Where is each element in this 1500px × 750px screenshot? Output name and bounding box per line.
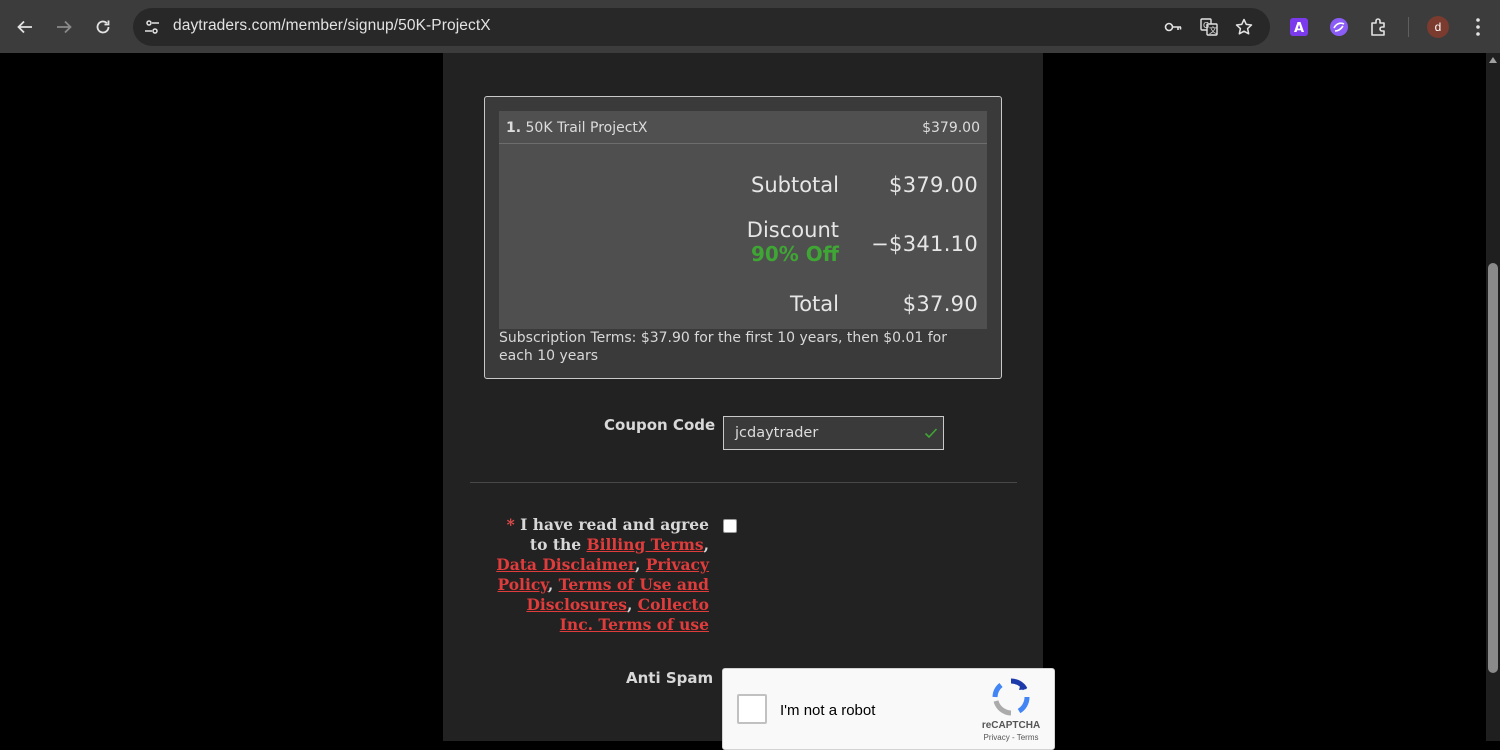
browser-toolbar: daytraders.com/member/signup/50K-Project… <box>0 0 1500 53</box>
subtotal-value: $379.00 <box>889 173 978 197</box>
cart-totals: Subtotal $379.00 Discount 90% Off −$341.… <box>499 144 987 329</box>
total-value: $37.90 <box>902 292 978 316</box>
coupon-input[interactable]: jcdaytrader <box>723 416 944 450</box>
translate-icon[interactable]: G 文 <box>1199 17 1219 37</box>
page-scrollbar[interactable] <box>1486 53 1500 741</box>
extension-a-icon[interactable]: A <box>1288 16 1310 38</box>
profile-avatar[interactable]: d <box>1427 16 1449 38</box>
discount-value: −$341.10 <box>871 232 978 256</box>
section-divider <box>470 482 1017 483</box>
coupon-label: Coupon Code <box>604 416 716 434</box>
item-name: 1. 50K Trail ProjectX <box>506 120 648 136</box>
address-bar[interactable]: daytraders.com/member/signup/50K-Project… <box>133 8 1270 46</box>
bookmark-star-icon[interactable] <box>1234 17 1254 37</box>
extension-purple-icon[interactable] <box>1328 16 1350 38</box>
back-arrow-icon <box>17 20 32 34</box>
reload-icon <box>96 20 110 34</box>
data-disclaimer-link[interactable]: Data Disclaimer <box>496 555 635 574</box>
item-price: $379.00 <box>922 120 980 136</box>
discount-percent: 90% Off <box>750 242 839 266</box>
scroll-up-arrow-icon[interactable] <box>1489 57 1497 63</box>
valid-check-icon <box>924 428 938 439</box>
forward-arrow-icon <box>57 20 72 34</box>
recaptcha-widget: I'm not a robot reCAPTCHA Privacy - Term… <box>722 668 1055 750</box>
key-icon[interactable] <box>1163 17 1183 37</box>
svg-text:A: A <box>1294 21 1304 36</box>
subtotal-label: Subtotal <box>751 173 839 197</box>
page-viewport: 1. 50K Trail ProjectX $379.00 Subtotal $… <box>0 53 1486 750</box>
extensions-puzzle-icon[interactable] <box>1368 16 1390 38</box>
recaptcha-checkbox[interactable] <box>737 694 767 724</box>
toolbar-divider <box>1408 17 1409 37</box>
scroll-thumb[interactable] <box>1488 263 1498 673</box>
forward-button[interactable] <box>51 14 77 40</box>
total-label: Total <box>789 292 839 316</box>
agree-terms-label: * I have read and agree to the Billing T… <box>496 515 709 634</box>
coupon-value[interactable]: jcdaytrader <box>735 425 818 441</box>
site-info-icon[interactable] <box>142 17 162 37</box>
reload-button[interactable] <box>90 14 116 40</box>
discount-label: Discount <box>746 218 839 242</box>
subscription-terms: Subscription Terms: $37.90 for the first… <box>499 330 947 364</box>
recaptcha-text: I'm not a robot <box>780 702 876 719</box>
item-number: 1. <box>506 120 522 136</box>
url-text[interactable]: daytraders.com/member/signup/50K-Project… <box>173 17 491 35</box>
recaptcha-brand: reCAPTCHA <box>981 720 1041 731</box>
agree-checkbox[interactable] <box>723 519 737 533</box>
svg-text:文: 文 <box>1209 25 1217 35</box>
cart-item-row: 1. 50K Trail ProjectX $379.00 <box>499 111 987 144</box>
anti-spam-label: Anti Spam <box>626 669 714 687</box>
required-mark: * <box>506 515 515 534</box>
more-menu-icon[interactable] <box>1468 16 1488 38</box>
billing-terms-link[interactable]: Billing Terms <box>587 535 704 554</box>
order-summary: 1. 50K Trail ProjectX $379.00 Subtotal $… <box>484 96 1002 379</box>
recaptcha-logo-icon <box>992 678 1030 716</box>
signup-form: 1. 50K Trail ProjectX $379.00 Subtotal $… <box>443 53 1055 750</box>
item-title: 50K Trail ProjectX <box>525 120 648 136</box>
back-button[interactable] <box>12 14 38 40</box>
